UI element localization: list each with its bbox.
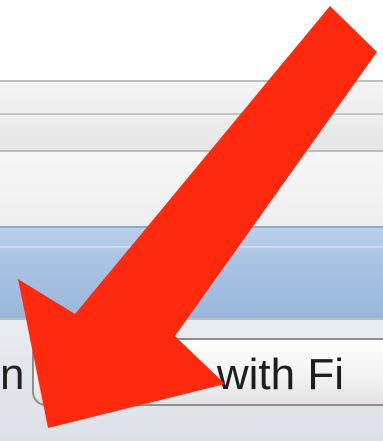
arrow-shape bbox=[18, 6, 377, 428]
screenshot: n with Fi bbox=[0, 0, 383, 441]
arrow-down-left-icon bbox=[18, 6, 377, 428]
